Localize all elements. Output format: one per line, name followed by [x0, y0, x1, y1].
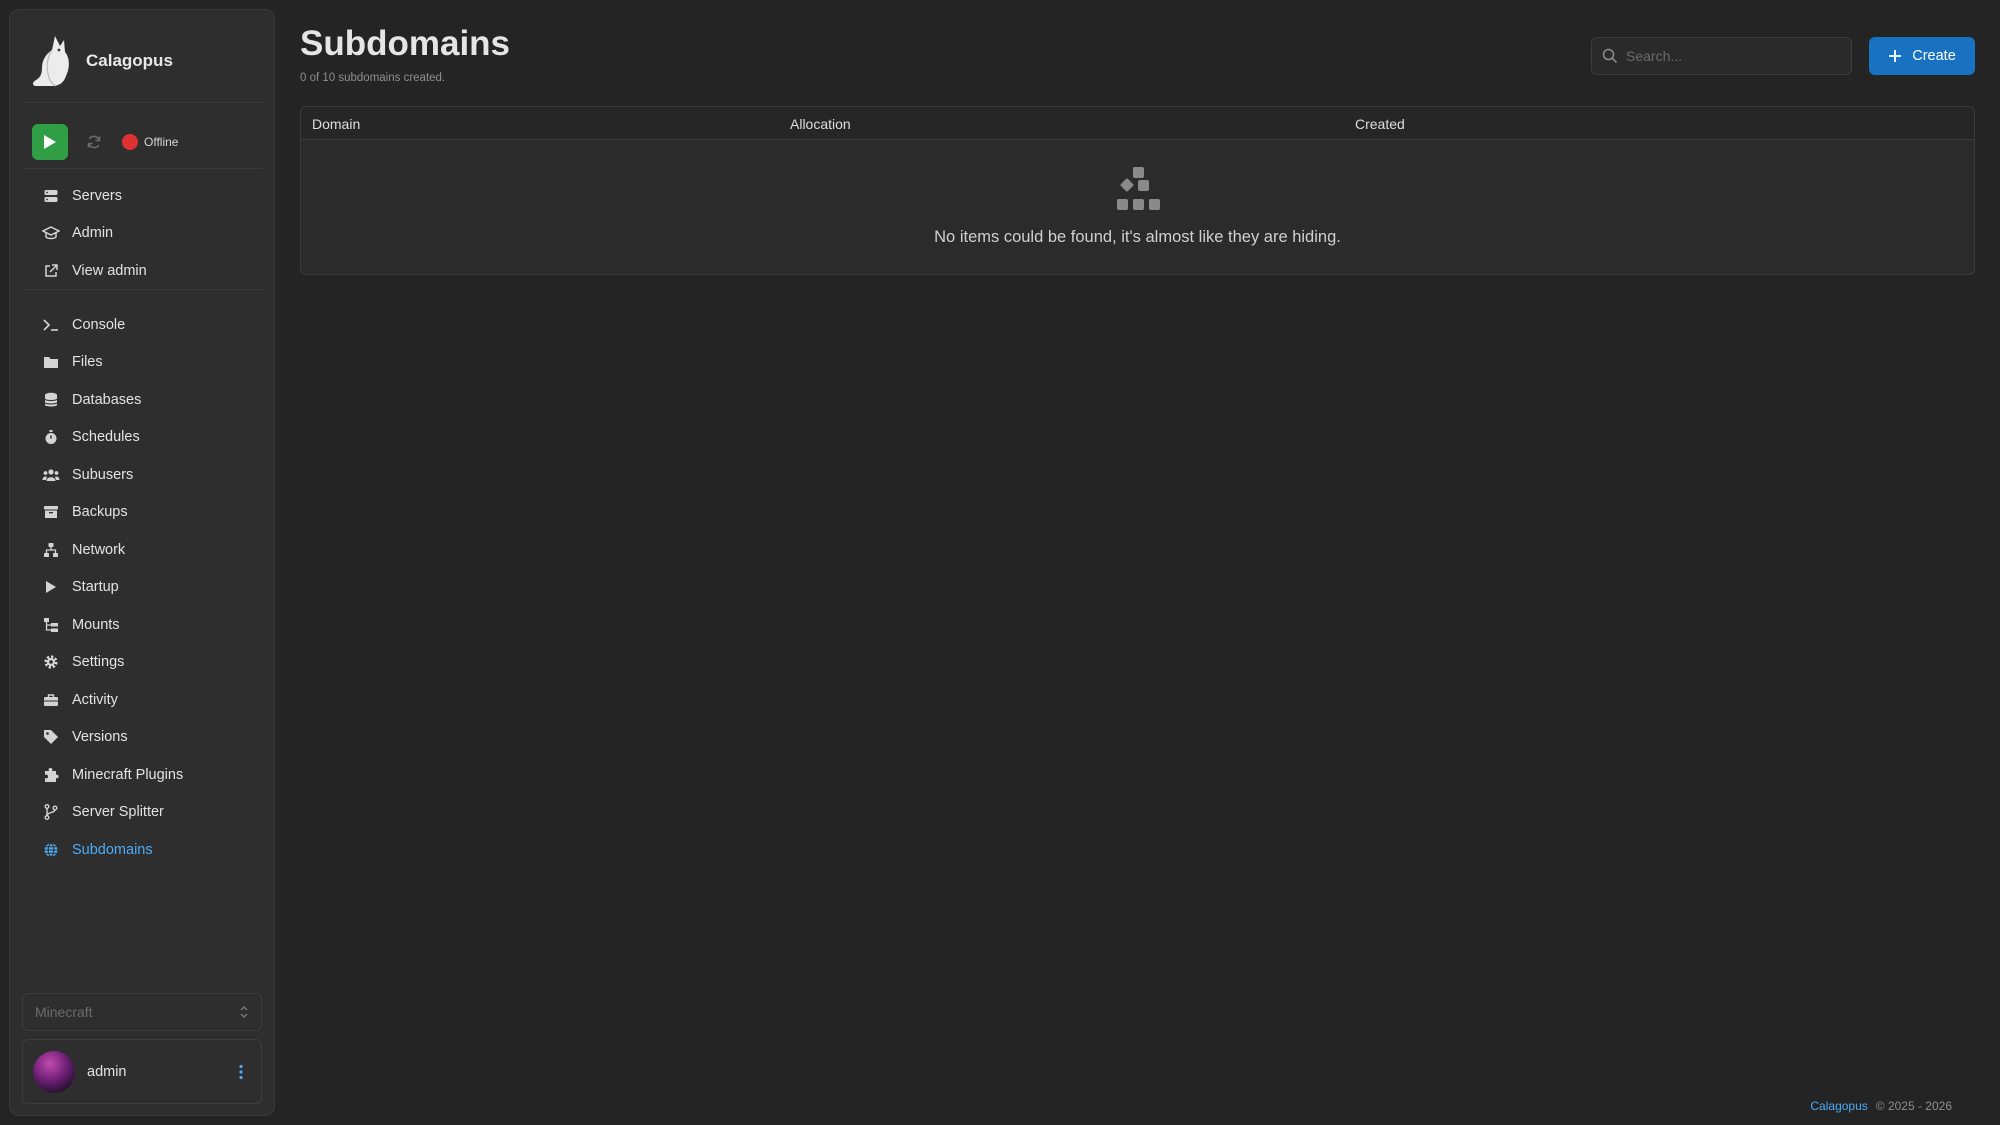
nav-label: Settings [72, 654, 125, 671]
refresh-icon [87, 135, 101, 149]
nav-label: Databases [72, 391, 142, 408]
status-dot [122, 134, 138, 150]
search-input[interactable] [1626, 48, 1851, 64]
status-text: Offline [144, 135, 179, 149]
servers-icon [42, 187, 60, 205]
server-status: Offline [122, 134, 178, 150]
page-title: Subdomains [300, 24, 511, 63]
gear-icon [42, 653, 60, 671]
table-header: Domain Allocation Created [301, 107, 1974, 140]
nav-settings[interactable]: Settings [30, 644, 260, 682]
nav-subdomains[interactable]: Subdomains [30, 831, 260, 869]
nav-label: Subdomains [72, 841, 153, 858]
nav-admin[interactable]: Admin [30, 215, 260, 253]
nav-label: Network [72, 541, 126, 558]
tag-icon [42, 728, 60, 746]
nav-startup[interactable]: Startup [30, 569, 260, 607]
nav-label: Server Splitter [72, 804, 164, 821]
users-icon [42, 466, 60, 484]
column-header-allocation: Allocation [790, 116, 851, 132]
egg-select-value: Minecraft [35, 1004, 93, 1020]
plus-icon [1889, 50, 1902, 62]
mounts-icon [42, 616, 60, 634]
nav-view-admin[interactable]: View admin [30, 252, 260, 290]
footer-copyright: © 2025 - 2026 [1875, 1099, 1952, 1113]
nav-databases[interactable]: Databases [30, 381, 260, 419]
footer: Calagopus © 2025 - 2026 [1810, 1099, 1952, 1113]
user-card[interactable]: admin [22, 1039, 262, 1104]
nav-activity[interactable]: Activity [30, 681, 260, 719]
admin-icon [42, 224, 60, 242]
nav-label: Startup [72, 579, 119, 596]
divider [22, 102, 262, 103]
nav-label: Activity [72, 691, 118, 708]
server-egg-select[interactable]: Minecraft [22, 993, 262, 1031]
branch-icon [42, 803, 60, 821]
external-link-icon [42, 262, 60, 280]
nav-server-splitter[interactable]: Server Splitter [30, 794, 260, 832]
nav-label: Servers [72, 187, 122, 204]
restart-server-button[interactable] [76, 124, 112, 160]
fox-logo-icon [33, 36, 69, 87]
nav-backups[interactable]: Backups [30, 494, 260, 532]
nav-schedules[interactable]: Schedules [30, 419, 260, 457]
nav-network[interactable]: Network [30, 531, 260, 569]
nav-label: Minecraft Plugins [72, 766, 184, 783]
top-nav: Servers Admin View admin [30, 177, 260, 290]
power-controls: Offline [32, 124, 178, 160]
brand-name: Calagopus [86, 51, 173, 70]
nav-files[interactable]: Files [30, 344, 260, 382]
nav-label: Backups [72, 504, 128, 521]
sidebar: Calagopus Offline Servers Admin View adm… [9, 9, 275, 1116]
empty-state: No items could be found, it's almost lik… [301, 167, 1974, 247]
nav-label: Subusers [72, 466, 134, 483]
nav-subusers[interactable]: Subusers [30, 456, 260, 494]
archive-icon [42, 503, 60, 521]
nav-label: Mounts [72, 616, 120, 633]
stopwatch-icon [42, 428, 60, 446]
start-server-button[interactable] [32, 124, 68, 160]
user-menu-button[interactable] [231, 1064, 251, 1080]
puzzle-icon [42, 766, 60, 784]
nav-console[interactable]: Console [30, 306, 260, 344]
kebab-menu-icon [239, 1064, 243, 1079]
create-button-label: Create [1912, 48, 1956, 64]
avatar [33, 1050, 75, 1093]
play-icon [44, 135, 56, 149]
database-icon [42, 391, 60, 409]
play-icon [42, 578, 60, 596]
nav-label: Console [72, 316, 126, 333]
globe-icon [42, 841, 60, 859]
nav-label: Schedules [72, 429, 140, 446]
nav-label: Admin [72, 225, 114, 242]
column-header-domain: Domain [312, 116, 361, 132]
nav-mounts[interactable]: Mounts [30, 606, 260, 644]
nav-label: Versions [72, 729, 128, 746]
terminal-icon [42, 316, 60, 334]
chevron-up-down-icon [240, 1006, 248, 1018]
server-nav: Console Files Databases Schedules Subuse… [30, 306, 260, 869]
column-header-created: Created [1355, 116, 1405, 132]
user-name: admin [87, 1063, 127, 1080]
divider [22, 168, 262, 169]
nav-minecraft-plugins[interactable]: Minecraft Plugins [30, 756, 260, 794]
network-icon [42, 541, 60, 559]
page-subtitle: 0 of 10 subdomains created. [300, 72, 446, 84]
subdomains-table: Domain Allocation Created No items could… [300, 106, 1975, 275]
create-button[interactable]: Create [1869, 37, 1975, 75]
nav-versions[interactable]: Versions [30, 719, 260, 757]
search-box[interactable] [1591, 37, 1852, 75]
nav-label: View admin [72, 262, 147, 279]
search-icon [1602, 48, 1618, 64]
brand[interactable]: Calagopus [30, 34, 173, 88]
stacked-blocks-icon [1116, 167, 1160, 210]
empty-state-text: No items could be found, it's almost lik… [934, 228, 1341, 246]
divider [22, 289, 262, 290]
folder-icon [42, 353, 60, 371]
footer-brand-link[interactable]: Calagopus [1810, 1099, 1867, 1113]
briefcase-icon [42, 691, 60, 709]
nav-servers[interactable]: Servers [30, 177, 260, 215]
nav-label: Files [72, 354, 103, 371]
